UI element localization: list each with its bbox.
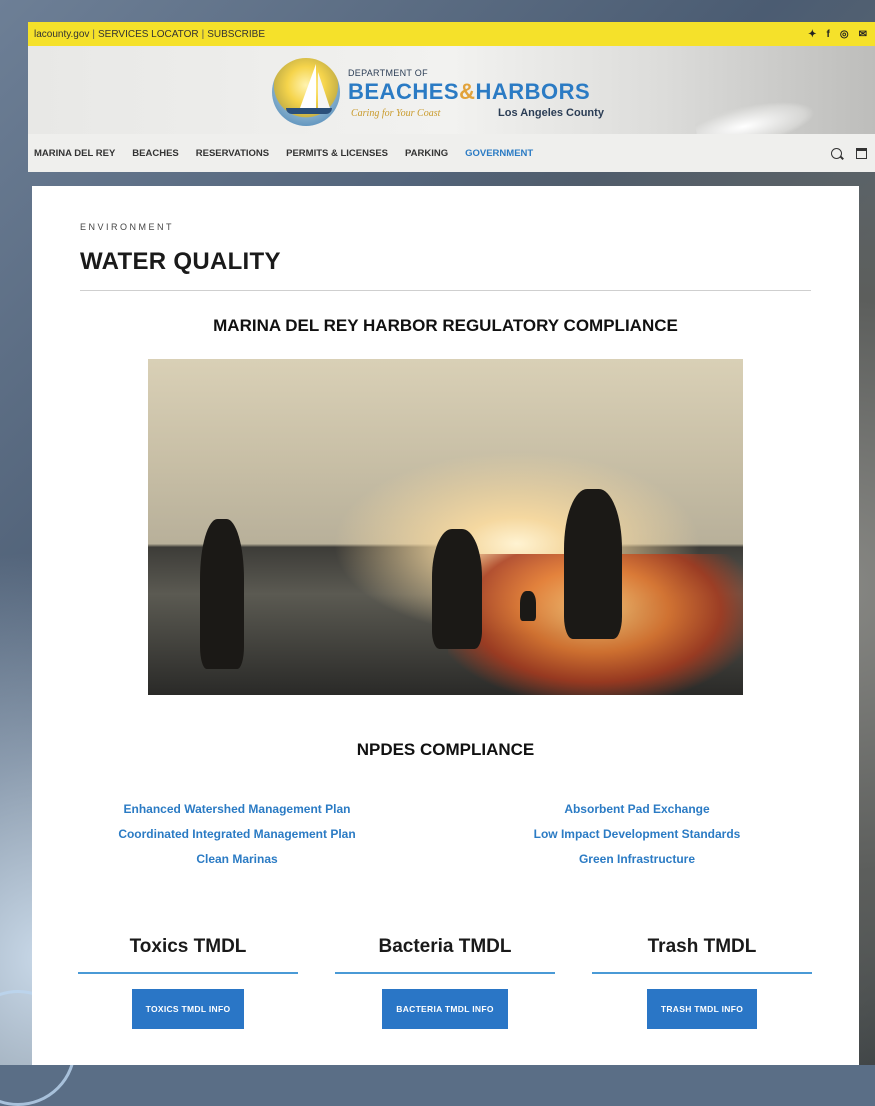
content-card: ENVIRONMENT WATER QUALITY MARINA DEL REY… bbox=[32, 186, 859, 1065]
subscribe-link[interactable]: SUBSCRIBE bbox=[207, 29, 265, 40]
compliance-heading: MARINA DEL REY HARBOR REGULATORY COMPLIA… bbox=[213, 316, 678, 335]
department-name[interactable]: BEACHES&HARBORS bbox=[348, 79, 590, 105]
social-links: ✦ f ◎ ✉ bbox=[808, 29, 867, 40]
silhouette-figure bbox=[520, 591, 536, 621]
boat-hull-icon bbox=[286, 108, 332, 114]
separator: | bbox=[201, 28, 205, 40]
silhouette-figure bbox=[200, 519, 244, 669]
nav-item-parking[interactable]: PARKING bbox=[405, 148, 448, 159]
npdes-heading: NPDES COMPLIANCE bbox=[356, 740, 535, 759]
toxics-tmdl-underline bbox=[78, 972, 298, 974]
calendar-icon[interactable] bbox=[856, 147, 867, 159]
trash-tmdl-block: Trash TMDL TRASH TMDL INFO bbox=[592, 936, 812, 1029]
nav-item-marina-del-rey[interactable]: MARINA DEL REY bbox=[34, 148, 115, 159]
clean-marinas-link[interactable]: Clean Marinas bbox=[92, 847, 382, 872]
coordinated-integrated-link[interactable]: Coordinated Integrated Management Plan bbox=[92, 822, 382, 847]
county-label: Los Angeles County bbox=[498, 107, 604, 119]
low-impact-link[interactable]: Low Impact Development Standards bbox=[502, 822, 772, 847]
enhanced-watershed-link[interactable]: Enhanced Watershed Management Plan bbox=[92, 797, 382, 822]
tagline: Caring for Your Coast bbox=[351, 108, 441, 119]
nav-item-permits-licenses[interactable]: PERMITS & LICENSES bbox=[286, 148, 388, 159]
hero-photo bbox=[148, 359, 743, 695]
main-nav: MARINA DEL REY BEACHES RESERVATIONS PERM… bbox=[28, 134, 875, 172]
toxics-tmdl-info-button[interactable]: TOXICS TMDL INFO bbox=[131, 988, 245, 1029]
facebook-icon[interactable]: f bbox=[827, 29, 830, 40]
department-of-label: DEPARTMENT OF bbox=[348, 68, 428, 78]
silhouette-figure bbox=[564, 489, 622, 639]
separator: | bbox=[92, 28, 96, 40]
twitter-icon[interactable]: ✦ bbox=[808, 29, 816, 40]
toxics-tmdl-heading: Toxics TMDL bbox=[129, 936, 247, 957]
silhouette-figure bbox=[432, 529, 482, 649]
utility-links: lacounty.gov | SERVICES LOCATOR | SUBSCR… bbox=[34, 29, 265, 40]
nav-item-beaches[interactable]: BEACHES bbox=[132, 148, 178, 159]
green-infrastructure-link[interactable]: Green Infrastructure bbox=[502, 847, 772, 872]
lacounty-link[interactable]: lacounty.gov bbox=[34, 29, 89, 40]
department-name-beaches: BEACHES bbox=[348, 79, 460, 104]
page-title: WATER QUALITY bbox=[80, 248, 281, 275]
search-icon[interactable] bbox=[831, 147, 842, 159]
bacteria-tmdl-underline bbox=[335, 972, 555, 974]
bacteria-tmdl-heading: Bacteria TMDL bbox=[378, 936, 512, 957]
department-name-harbors: HARBORS bbox=[475, 79, 591, 104]
services-locator-link[interactable]: SERVICES LOCATOR bbox=[98, 29, 199, 40]
sail-icon bbox=[318, 72, 330, 108]
section-eyebrow: ENVIRONMENT bbox=[80, 222, 175, 232]
trash-tmdl-heading: Trash TMDL bbox=[647, 936, 757, 957]
instagram-icon[interactable]: ◎ bbox=[840, 29, 849, 40]
nav-items: MARINA DEL REY BEACHES RESERVATIONS PERM… bbox=[34, 148, 533, 159]
toxics-tmdl-block: Toxics TMDL TOXICS TMDL INFO bbox=[78, 936, 298, 1029]
npdes-links-left: Enhanced Watershed Management Plan Coord… bbox=[92, 797, 382, 872]
nav-tools bbox=[831, 147, 867, 159]
trash-tmdl-underline bbox=[592, 972, 812, 974]
brand-banner: DEPARTMENT OF BEACHES&HARBORS Caring for… bbox=[28, 46, 875, 157]
bacteria-tmdl-block: Bacteria TMDL BACTERIA TMDL INFO bbox=[335, 936, 555, 1029]
absorbent-pad-link[interactable]: Absorbent Pad Exchange bbox=[502, 797, 772, 822]
nav-item-government[interactable]: GOVERNMENT bbox=[465, 148, 533, 159]
nav-item-reservations[interactable]: RESERVATIONS bbox=[196, 148, 269, 159]
sail-icon bbox=[300, 64, 316, 108]
npdes-links-right: Absorbent Pad Exchange Low Impact Develo… bbox=[502, 797, 772, 872]
trash-tmdl-info-button[interactable]: TRASH TMDL INFO bbox=[646, 988, 758, 1029]
utility-bar: lacounty.gov | SERVICES LOCATOR | SUBSCR… bbox=[28, 22, 875, 46]
department-name-amp: & bbox=[459, 79, 476, 104]
email-icon[interactable]: ✉ bbox=[859, 29, 867, 40]
title-divider bbox=[80, 290, 811, 291]
bacteria-tmdl-info-button[interactable]: BACTERIA TMDL INFO bbox=[382, 988, 508, 1029]
